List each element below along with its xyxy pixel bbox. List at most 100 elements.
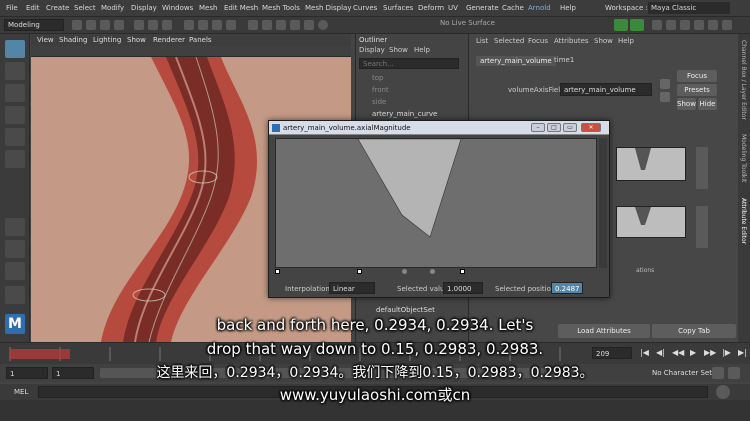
snap-grid-icon[interactable] — [184, 20, 194, 30]
rotate-tool-icon[interactable] — [5, 128, 25, 146]
ramp-graph[interactable] — [275, 138, 597, 274]
menu-mesh-display[interactable]: Mesh Display — [305, 4, 351, 12]
magnet-icon[interactable] — [318, 20, 328, 30]
axial-magnitude-ramp-preview[interactable] — [616, 147, 686, 181]
snap-point-icon[interactable] — [212, 20, 222, 30]
show-button[interactable]: Show — [677, 98, 696, 110]
attr-tab-time1[interactable]: time1 — [554, 56, 574, 64]
snap-surface-icon[interactable] — [226, 20, 236, 30]
history-icon[interactable] — [248, 20, 258, 30]
menu-select[interactable]: Select — [74, 4, 96, 12]
attr-menu-show[interactable]: Show — [594, 37, 613, 45]
select-object-icon[interactable] — [148, 20, 158, 30]
save-scene-icon[interactable] — [86, 20, 96, 30]
workspace-select[interactable]: Maya Classic — [648, 2, 730, 14]
hide-button[interactable]: Hide — [698, 98, 717, 110]
attr-menu-selected[interactable]: Selected — [494, 37, 524, 45]
menu-deform[interactable]: Deform — [418, 4, 444, 12]
outliner-search-input[interactable] — [359, 58, 459, 69]
menu-modify[interactable]: Modify — [101, 4, 124, 12]
render-icon[interactable] — [262, 20, 272, 30]
layout-icon-1[interactable] — [652, 20, 662, 30]
select-component-icon[interactable] — [162, 20, 172, 30]
outliner-item-side[interactable]: side — [372, 98, 386, 106]
lasso-tool-icon[interactable] — [5, 62, 25, 80]
ramp-expand-button[interactable] — [696, 147, 708, 189]
hypershade-icon[interactable] — [304, 20, 314, 30]
ramp-point-handle[interactable] — [402, 269, 407, 274]
menu-edit[interactable]: Edit — [26, 4, 40, 12]
close-button[interactable]: ✕ — [581, 123, 601, 132]
undo-icon[interactable] — [100, 20, 110, 30]
maximize-button[interactable]: □ — [547, 123, 561, 132]
focus-button[interactable]: Focus — [677, 70, 717, 82]
persp-outliner-icon[interactable] — [5, 262, 25, 280]
menu-edit-mesh[interactable]: Edit Mesh — [224, 4, 258, 12]
scale-tool-icon[interactable] — [5, 150, 25, 168]
layout-icon-2[interactable] — [666, 20, 676, 30]
outliner-item-artery-main-curve[interactable]: artery_main_curve — [372, 110, 437, 118]
selected-value-field[interactable]: 1.0000 — [443, 282, 483, 294]
viewport-menu-renderer[interactable]: Renderer — [153, 36, 185, 44]
ramp-expand-button-2[interactable] — [696, 206, 708, 248]
ramp-point-handle[interactable] — [357, 269, 362, 274]
mode-select[interactable]: Modeling — [4, 19, 64, 31]
ipr-render-icon[interactable] — [276, 20, 286, 30]
menu-generate[interactable]: Generate — [466, 4, 499, 12]
menu-mesh-tools[interactable]: Mesh Tools — [262, 4, 300, 12]
open-scene-icon[interactable] — [72, 20, 82, 30]
interpolation-select[interactable]: Linear — [329, 282, 375, 294]
viewport-menu-lighting[interactable]: Lighting — [93, 36, 121, 44]
move-tool-icon[interactable] — [5, 106, 25, 124]
layout-icon-5[interactable] — [708, 20, 718, 30]
attr-tab-artery-main-volume[interactable]: artery_main_volume — [476, 56, 556, 66]
viewport-menu-panels[interactable]: Panels — [189, 36, 212, 44]
side-tab-attribute-editor[interactable]: Attribute Editor — [740, 198, 747, 244]
menu-display[interactable]: Display — [131, 4, 157, 12]
presets-button[interactable]: Presets — [677, 84, 717, 96]
menu-surfaces[interactable]: Surfaces — [383, 4, 413, 12]
side-tab-channel-box[interactable]: Channel Box / Layer Editor — [740, 40, 747, 120]
outliner-item-top[interactable]: top — [372, 74, 383, 82]
menu-cache[interactable]: Cache — [502, 4, 524, 12]
menu-create[interactable]: Create — [46, 4, 69, 12]
attr-menu-attributes[interactable]: Attributes — [554, 37, 589, 45]
outliner-item-default-object-set[interactable]: defaultObjectSet — [376, 306, 435, 314]
attr-menu-help[interactable]: Help — [618, 37, 634, 45]
dialog-scrollbar[interactable] — [599, 138, 607, 268]
outliner-item-front[interactable]: front — [372, 86, 389, 94]
menu-arnold[interactable]: Arnold — [528, 4, 551, 12]
viewport-menu-show[interactable]: Show — [127, 36, 146, 44]
side-tab-modeling-toolkit[interactable]: Modeling Toolkit — [740, 134, 747, 182]
render-settings-icon[interactable] — [290, 20, 300, 30]
paint-select-icon[interactable] — [5, 84, 25, 102]
ramp-point-handle[interactable] — [275, 269, 280, 274]
output-connection-icon[interactable] — [660, 92, 670, 102]
viewport-menu-shading[interactable]: Shading — [59, 36, 87, 44]
input-connection-icon[interactable] — [660, 79, 670, 89]
restore-button[interactable]: ▭ — [563, 123, 577, 132]
ramp-point-handle[interactable] — [460, 269, 465, 274]
toggle-panel-icon[interactable] — [614, 19, 628, 31]
attr-menu-list[interactable]: List — [476, 37, 488, 45]
menu-file[interactable]: File — [6, 4, 18, 12]
menu-windows[interactable]: Windows — [162, 4, 193, 12]
viewport-menu-view[interactable]: View — [37, 36, 54, 44]
live-surface-label[interactable]: No Live Surface — [440, 19, 495, 27]
select-tool-icon[interactable] — [5, 40, 25, 58]
single-view-icon[interactable] — [5, 218, 25, 236]
ramp-editor-titlebar[interactable]: artery_main_volume.axialMagnitude – □ ▭ … — [269, 121, 609, 135]
volume-axis-field-input[interactable]: artery_main_volume — [560, 83, 652, 96]
ramp-preview-2[interactable] — [616, 206, 686, 238]
minimize-button[interactable]: – — [531, 123, 545, 132]
selected-position-field[interactable]: 0.2487 — [551, 282, 583, 294]
menu-help[interactable]: Help — [560, 4, 576, 12]
snap-curve-icon[interactable] — [198, 20, 208, 30]
menu-curves[interactable]: Curves — [353, 4, 377, 12]
layout-icon-6[interactable] — [722, 20, 732, 30]
four-view-icon[interactable] — [5, 240, 25, 258]
menu-uv[interactable]: UV — [448, 4, 458, 12]
layout-icon-4[interactable] — [694, 20, 704, 30]
outliner-menu-show[interactable]: Show — [389, 46, 408, 54]
select-hierarchy-icon[interactable] — [134, 20, 144, 30]
